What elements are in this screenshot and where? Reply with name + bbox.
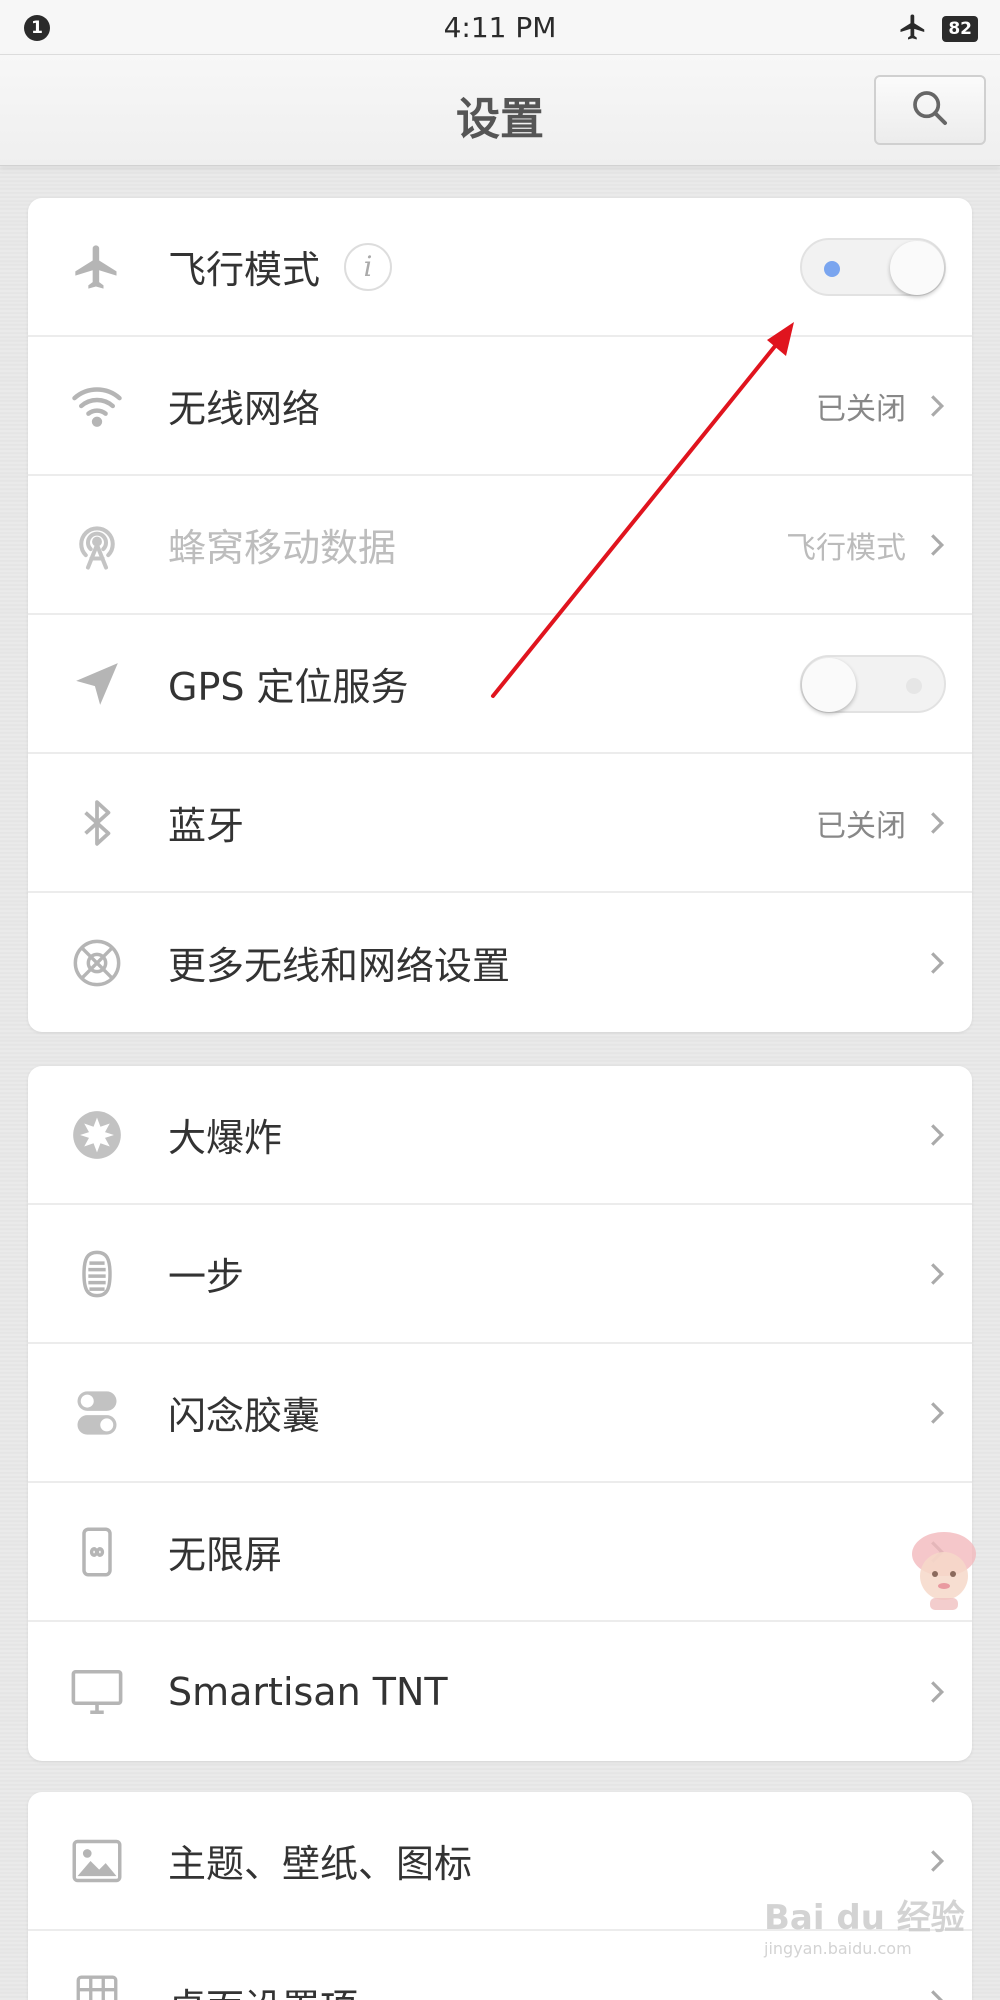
chevron-right-icon — [926, 1115, 948, 1155]
wifi-icon — [70, 379, 124, 433]
status-right: 82 — [898, 12, 978, 46]
baidu-watermark: Bai du 经验 jingyan.baidu.com — [764, 1890, 965, 1958]
toggle-knob — [802, 657, 856, 712]
network-settings-card: 飞行模式 i 无线网络 已关闭 蜂窝移动数据 飞行模式 GPS 定位服务 蓝牙 … — [28, 198, 972, 1032]
bluetooth-status: 已关闭 — [816, 808, 906, 844]
airplane-icon — [70, 240, 124, 294]
bluetooth-icon — [70, 796, 124, 850]
more-network-settings-label: 更多无线和网络设置 — [168, 944, 511, 988]
search-icon — [910, 88, 950, 132]
one-step-row[interactable]: 一步 — [28, 1205, 972, 1344]
chevron-right-icon — [926, 525, 948, 565]
toggle-knob — [890, 240, 944, 295]
big-bang-icon — [70, 1108, 124, 1162]
chevron-right-icon — [926, 1393, 948, 1433]
grid-icon — [70, 1971, 124, 2000]
infinite-screen-icon — [70, 1525, 124, 1579]
theme-wallpaper-icons-label: 主题、壁纸、图标 — [168, 1842, 473, 1886]
idea-capsule-label: 闪念胶囊 — [168, 1394, 321, 1438]
cellular-tower-icon — [70, 518, 124, 572]
desktop-settings-label: 桌面设置项 — [168, 1977, 358, 2000]
more-network-settings-row[interactable]: 更多无线和网络设置 — [28, 893, 972, 1032]
smartisan-tnt-row[interactable]: Smartisan TNT — [28, 1622, 972, 1761]
wifi-label: 无线网络 — [168, 387, 321, 431]
toggle-indicator-dot — [824, 260, 840, 277]
gps-toggle[interactable] — [800, 654, 946, 713]
wifi-status: 已关闭 — [816, 391, 906, 427]
bluetooth-label: 蓝牙 — [168, 804, 245, 848]
one-step-label: 一步 — [168, 1255, 245, 1299]
notification-badge: 1 — [24, 15, 50, 41]
chevron-right-icon — [926, 943, 948, 983]
chevron-right-icon — [926, 803, 948, 843]
airplane-mode-status-icon — [898, 12, 928, 46]
cellular-data-row[interactable]: 蜂窝移动数据 飞行模式 — [28, 476, 972, 615]
infinite-screen-label: 无限屏 — [168, 1533, 283, 1577]
wifi-row[interactable]: 无线网络 已关闭 — [28, 337, 972, 476]
big-bang-label: 大爆炸 — [168, 1116, 283, 1160]
gps-label: GPS 定位服务 — [168, 665, 409, 709]
status-bar: 1 4:11 PM 82 — [0, 0, 1000, 54]
watermark-text: Bai du 经验 — [764, 1898, 965, 1938]
info-icon[interactable]: i — [344, 242, 392, 291]
big-bang-row[interactable]: 大爆炸 — [28, 1066, 972, 1205]
mascot-sticker-icon — [912, 1532, 976, 1610]
smartisan-tnt-label: Smartisan TNT — [168, 1669, 448, 1714]
location-arrow-icon — [70, 657, 124, 711]
status-time: 4:11 PM — [443, 10, 557, 44]
idea-capsule-row[interactable]: 闪念胶囊 — [28, 1344, 972, 1483]
chevron-right-icon — [926, 1841, 948, 1881]
gps-row: GPS 定位服务 — [28, 615, 972, 754]
features-card: 大爆炸 一步 闪念胶囊 无限屏 Smartisan TNT — [28, 1066, 972, 1761]
airplane-mode-row: 飞行模式 i — [28, 198, 972, 337]
chevron-right-icon — [926, 1254, 948, 1294]
airplane-mode-label: 飞行模式 — [168, 248, 321, 292]
globe-network-icon — [70, 936, 124, 990]
infinite-screen-row[interactable]: 无限屏 — [28, 1483, 972, 1622]
nav-bar: 设置 — [0, 54, 1000, 166]
battery-indicator: 82 — [942, 16, 978, 42]
image-icon — [70, 1834, 124, 1888]
cellular-data-label: 蜂窝移动数据 — [168, 526, 397, 570]
search-button[interactable] — [874, 75, 986, 145]
watermark-url: jingyan.baidu.com — [764, 1939, 912, 1958]
chevron-right-icon — [926, 1981, 948, 2000]
bluetooth-row[interactable]: 蓝牙 已关闭 — [28, 754, 972, 893]
monitor-icon — [70, 1665, 124, 1719]
page-title: 设置 — [456, 94, 544, 145]
chevron-right-icon — [926, 1672, 948, 1712]
one-step-icon — [70, 1247, 124, 1301]
chevron-right-icon — [926, 386, 948, 426]
toggle-indicator-dot — [906, 677, 922, 694]
airplane-mode-toggle[interactable] — [800, 237, 946, 296]
cellular-data-status: 飞行模式 — [786, 530, 906, 566]
idea-capsule-icon — [70, 1386, 124, 1440]
